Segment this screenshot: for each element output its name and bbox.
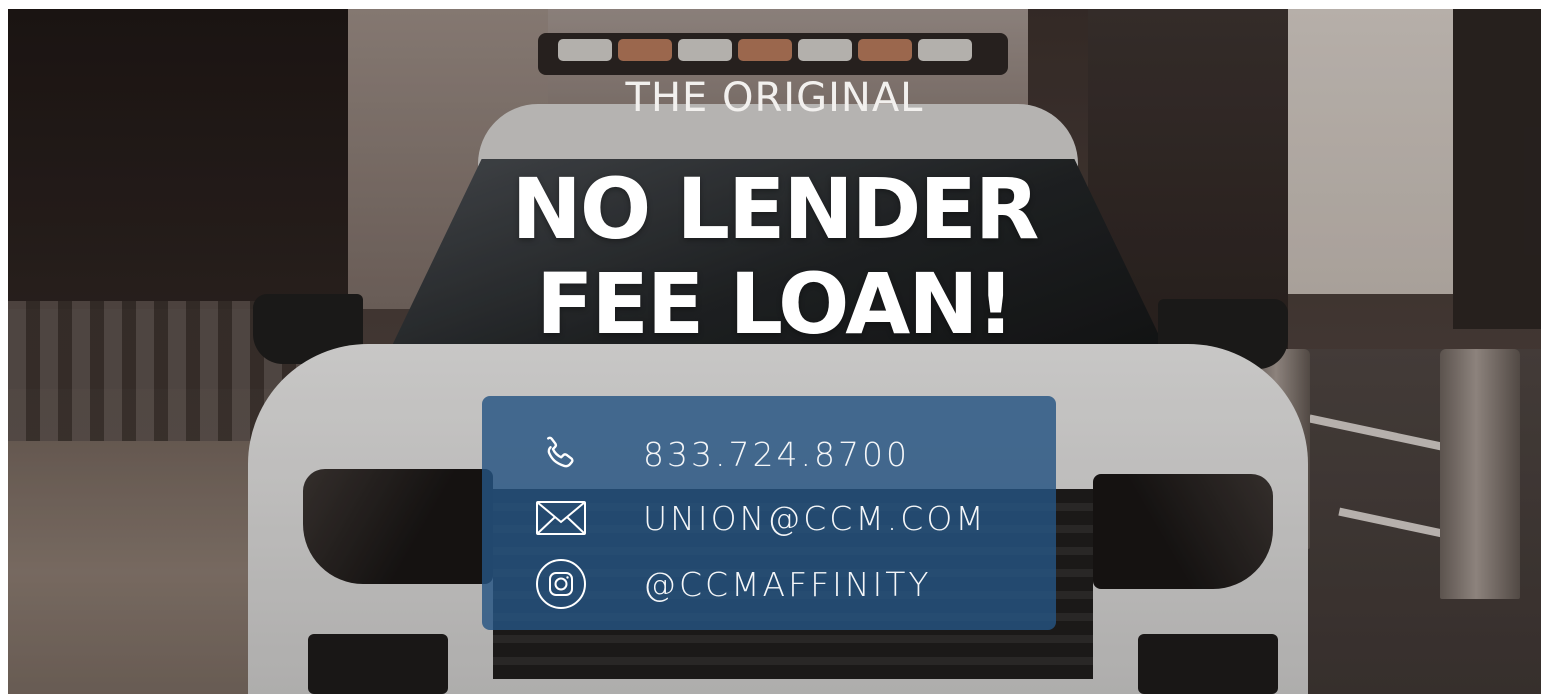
instagram-handle[interactable]: @CCMAFFINITY (643, 565, 932, 604)
contact-instagram-row[interactable]: @CCMAFFINITY (482, 559, 1056, 609)
eyebrow-text: THE ORIGINAL (625, 75, 924, 121)
promo-banner: THE ORIGINAL NO LENDER FEE LOAN! 833.724… (8, 9, 1541, 694)
envelope-icon (534, 493, 588, 543)
contact-phone-row[interactable]: 833.724.8700 (482, 429, 1056, 479)
contact-panel: 833.724.8700 UNION@CCM.COM @CCMAFFINITY (482, 396, 1056, 630)
email-address[interactable]: UNION@CCM.COM (643, 499, 987, 538)
phone-number[interactable]: 833.724.8700 (643, 435, 910, 474)
headline-line-2: FEE LOAN! (536, 255, 1015, 353)
phone-icon (534, 429, 588, 479)
contact-email-row[interactable]: UNION@CCM.COM (482, 493, 1056, 543)
instagram-icon (534, 559, 588, 609)
headline-line-1: NO LENDER (511, 160, 1040, 258)
